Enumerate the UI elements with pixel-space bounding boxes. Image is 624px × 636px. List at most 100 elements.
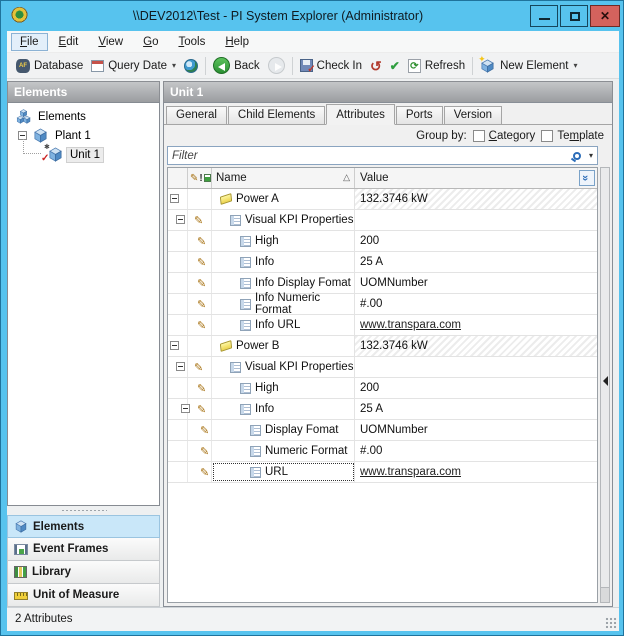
nav-splitter[interactable] [7, 506, 160, 515]
filter-dropdown-icon[interactable]: ▾ [589, 151, 593, 160]
attribute-name-cell[interactable]: Info Numeric Format [212, 294, 355, 314]
tab-child-elements[interactable]: Child Elements [228, 106, 325, 124]
tree-node-elements[interactable]: Elements [8, 107, 159, 126]
forward-button[interactable] [264, 55, 289, 76]
attribute-value-cell[interactable] [355, 357, 597, 377]
attribute-name-cell[interactable]: Info URL [212, 315, 355, 335]
attribute-row[interactable]: ✎Info Display FomatUOMNumber [168, 273, 597, 294]
attribute-name: High [255, 382, 279, 394]
attribute-row[interactable]: Power B132.3746 kW [168, 336, 597, 357]
attribute-row[interactable]: ✎Info Numeric Format#.00 [168, 294, 597, 315]
attribute-name-cell[interactable]: Power B [212, 336, 355, 356]
template-checkbox[interactable] [541, 130, 553, 142]
error-column-icon[interactable]: ! [199, 173, 202, 184]
nav-unit-of-measure[interactable]: Unit of Measure [7, 584, 160, 607]
attribute-row[interactable]: Power A132.3746 kW [168, 189, 597, 210]
attribute-name-cell[interactable]: Display Fomat [212, 420, 355, 440]
attribute-value-cell[interactable]: UOMNumber [355, 273, 597, 293]
row-gutter [168, 273, 188, 293]
attribute-name-cell[interactable]: Numeric Format [212, 441, 355, 461]
filter-input[interactable] [168, 150, 573, 162]
menu-tools[interactable]: Tools [169, 33, 214, 51]
menu-go[interactable]: Go [134, 33, 167, 51]
maximize-button[interactable] [560, 5, 588, 27]
attribute-row[interactable]: ✎Info25 A [168, 252, 597, 273]
attribute-name-cell[interactable]: Info Display Fomat [212, 273, 355, 293]
new-element-button[interactable]: ✦ New Element ▾ [476, 56, 581, 75]
attribute-name-cell[interactable]: High [212, 378, 355, 398]
attribute-row[interactable]: ✎High200 [168, 378, 597, 399]
tab-version[interactable]: Version [444, 106, 502, 124]
apply-button[interactable]: ✔ [386, 57, 404, 75]
tab-attributes[interactable]: Attributes [326, 104, 395, 125]
attribute-row[interactable]: ✎Info URLwww.transpara.com [168, 315, 597, 336]
attribute-name-cell[interactable]: Visual KPI Properties [212, 357, 355, 377]
query-date-button[interactable]: Query Date ▾ [87, 58, 180, 74]
attribute-tag-icon [220, 340, 232, 352]
attribute-value-cell[interactable]: 132.3746 kW [355, 336, 597, 356]
nav-event-frames[interactable]: Event Frames [7, 538, 160, 561]
attribute-value-cell[interactable]: www.transpara.com [355, 315, 597, 335]
close-button[interactable]: ✕ [590, 5, 620, 27]
attribute-value-cell[interactable]: www.transpara.com [355, 462, 597, 482]
attribute-row[interactable]: ✎Display FomatUOMNumber [168, 420, 597, 441]
attribute-value-cell[interactable]: 25 A [355, 252, 597, 272]
attribute-name-cell[interactable]: High [212, 231, 355, 251]
attribute-row[interactable]: ✎Info25 A [168, 399, 597, 420]
search-icon[interactable] [573, 152, 581, 160]
database-button[interactable]: AF Database [12, 57, 87, 75]
category-checkbox[interactable] [473, 130, 485, 142]
attribute-value-cell[interactable]: UOMNumber [355, 420, 597, 440]
expander-icon[interactable] [181, 404, 190, 413]
attribute-row[interactable]: ✎Numeric Format#.00 [168, 441, 597, 462]
attribute-row[interactable]: ✎High200 [168, 231, 597, 252]
attribute-name-cell[interactable]: Visual KPI Properties [212, 210, 355, 230]
splitter-arrow-icon [603, 376, 608, 386]
tree-node-unit-1[interactable]: ✓ ✱ Unit 1 [8, 145, 159, 164]
tab-general[interactable]: General [166, 106, 227, 124]
attribute-value-cell[interactable]: 25 A [355, 399, 597, 419]
value-status-column-icon[interactable] [204, 174, 211, 182]
attribute-row[interactable]: ✎Visual KPI Properties [168, 357, 597, 378]
pencil-column-icon[interactable]: ✎ [190, 173, 198, 184]
attribute-name-cell[interactable]: Info [212, 252, 355, 272]
name-column-header[interactable]: Name △ [212, 168, 355, 188]
attribute-name-cell[interactable]: URL [212, 462, 355, 482]
attribute-value-cell[interactable]: #.00 [355, 441, 597, 461]
nav-library[interactable]: Library [7, 561, 160, 584]
expander-icon[interactable] [176, 215, 185, 224]
query-date-dropdown-icon[interactable]: ▾ [172, 61, 176, 70]
menu-file[interactable]: File [11, 33, 48, 51]
expander-icon[interactable] [170, 194, 179, 203]
attribute-value-cell[interactable] [355, 210, 597, 230]
launch-visualization-button[interactable] [180, 57, 202, 75]
minimize-button[interactable] [530, 5, 558, 27]
nav-elements[interactable]: Elements [7, 515, 160, 538]
attribute-value-cell[interactable]: 200 [355, 378, 597, 398]
attribute-value-cell[interactable]: #.00 [355, 294, 597, 314]
tab-ports[interactable]: Ports [396, 106, 443, 124]
attribute-name-cell[interactable]: Info [212, 399, 355, 419]
attribute-value: #.00 [360, 298, 382, 310]
resize-grip[interactable] [605, 617, 617, 629]
expander-icon[interactable] [170, 341, 179, 350]
check-in-button[interactable]: ✓ Check In [296, 57, 366, 74]
main-panel: Unit 1 GeneralChild ElementsAttributesPo… [163, 81, 613, 607]
app-icon[interactable] [11, 7, 28, 24]
new-element-dropdown-icon[interactable]: ▾ [574, 61, 578, 70]
attribute-row[interactable]: ✎Visual KPI Properties [168, 210, 597, 231]
attribute-row[interactable]: ✎URLwww.transpara.com [168, 462, 597, 483]
back-button[interactable]: Back [209, 55, 264, 76]
expander-icon[interactable] [176, 362, 185, 371]
column-chooser-button[interactable]: » [579, 170, 595, 186]
attribute-name-cell[interactable]: Power A [212, 189, 355, 209]
attribute-value-cell[interactable]: 132.3746 kW [355, 189, 597, 209]
refresh-button[interactable]: ⟳ Refresh [404, 57, 469, 75]
menu-help[interactable]: Help [216, 33, 258, 51]
attribute-value-cell[interactable]: 200 [355, 231, 597, 251]
collapsed-panel-splitter[interactable] [600, 167, 610, 603]
undo-checkout-button[interactable]: ↺ [366, 57, 386, 75]
menu-edit[interactable]: Edit [50, 33, 88, 51]
menu-view[interactable]: View [89, 33, 132, 51]
value-column-header[interactable]: Value » [355, 168, 597, 188]
